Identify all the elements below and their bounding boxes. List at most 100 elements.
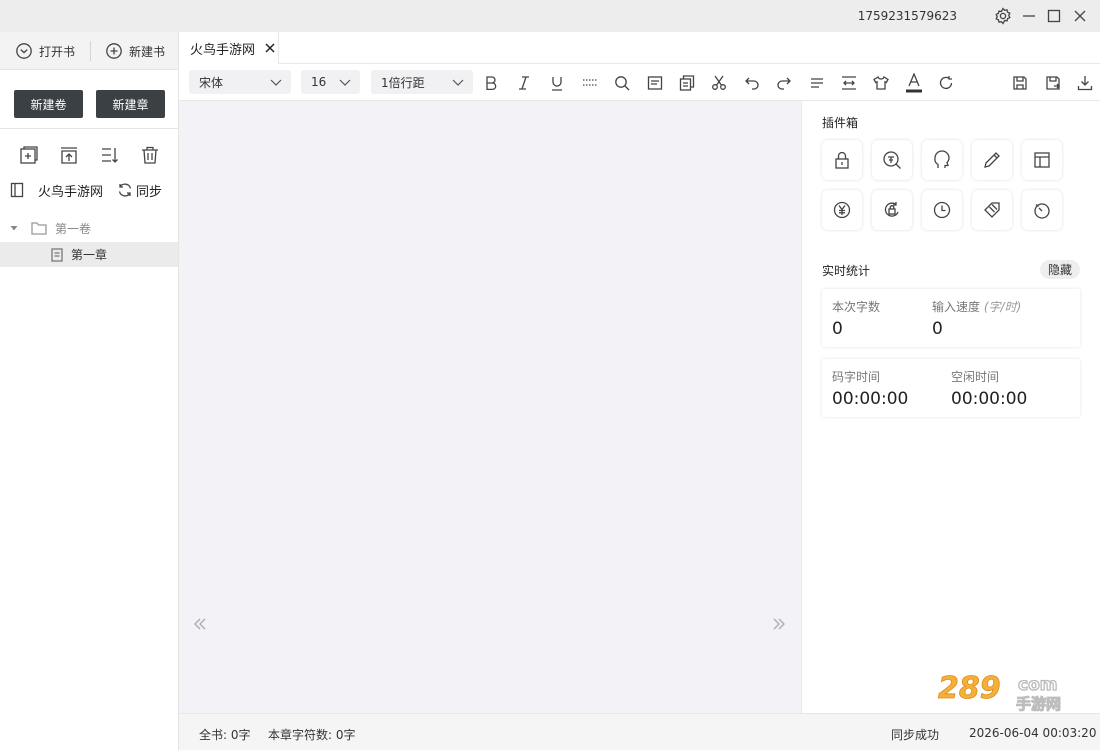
chevron-down-icon: [339, 79, 351, 86]
lock-icon[interactable]: [822, 140, 862, 180]
export-download-icon[interactable]: [1076, 74, 1094, 92]
session-words-label: 本次字数: [832, 300, 881, 314]
watermark-sub: 手游网: [1016, 695, 1061, 712]
session-words-value: 0: [832, 319, 843, 339]
cut-icon[interactable]: [710, 74, 728, 92]
tab-label: 火鸟手游网: [190, 42, 256, 58]
editor-area[interactable]: [179, 101, 801, 713]
plugin-box-title: 插件箱: [822, 116, 859, 130]
right-panel: 插件箱 实时统计 隐藏 本次字数 输入速度 (字/时) 0 0 码字时间 空闲时…: [801, 101, 1100, 713]
datetime: 2026-06-04 00:03:20: [969, 726, 1097, 740]
watermark-brand: 289: [938, 671, 1001, 706]
chevron-down-icon: [452, 79, 464, 86]
book-row[interactable]: 火鸟手游网 同步: [10, 180, 175, 200]
folder-icon: [31, 222, 47, 235]
volume-label: 第一卷: [55, 221, 92, 236]
sync-icon: [118, 183, 132, 197]
sort-icon[interactable]: [100, 145, 120, 165]
book-name: 火鸟手游网: [38, 184, 104, 200]
tag-icon[interactable]: [972, 190, 1012, 230]
dictionary-icon[interactable]: [872, 140, 912, 180]
book-word-count: 全书: 0字: [199, 728, 251, 742]
delete-icon[interactable]: [140, 145, 160, 165]
save-as-icon[interactable]: [1044, 74, 1062, 92]
lock-rotate-icon[interactable]: [872, 190, 912, 230]
clock-icon[interactable]: [922, 190, 962, 230]
speed-label: 输入速度: [932, 300, 981, 314]
font-color-icon[interactable]: [905, 73, 923, 93]
word-count-card: 本次字数 输入速度 (字/时) 0 0: [822, 289, 1080, 347]
idle-time-label: 空闲时间: [951, 370, 1000, 384]
chapter-label: 第一章: [71, 248, 108, 262]
typing-time-label: 码字时间: [832, 370, 881, 384]
divider: [0, 128, 178, 129]
layout-icon[interactable]: [1022, 140, 1062, 180]
next-page-icon[interactable]: [771, 616, 787, 632]
sidebar: 打开书 新建书 新建卷 新建章 火鸟手游网 同步 第一卷 第一章: [0, 32, 179, 750]
line-spacing-select[interactable]: 1倍行距: [371, 70, 473, 94]
realtime-stats-title: 实时统计: [822, 264, 871, 278]
font-select[interactable]: 宋体: [189, 70, 291, 94]
save-icon[interactable]: [1011, 74, 1029, 92]
new-volume-button[interactable]: 新建卷: [14, 90, 83, 118]
align-icon[interactable]: [808, 74, 826, 92]
site-watermark-logo: 289 com 手游网: [938, 671, 1062, 712]
document-icon: [51, 247, 63, 262]
new-book-label: 新建书: [129, 44, 166, 59]
sidebar-top-bar: 打开书 新建书: [0, 32, 178, 70]
open-book-label: 打开书: [39, 44, 76, 59]
settings-gear-icon[interactable]: [993, 6, 1013, 26]
plus-circle-icon: [106, 43, 122, 59]
tab-book[interactable]: 火鸟手游网: [179, 32, 279, 64]
chevron-circle-icon: [16, 43, 32, 59]
font-size-select[interactable]: 16: [301, 70, 360, 94]
tab-bar: 火鸟手游网: [179, 32, 1100, 64]
tree-chapter[interactable]: 第一章: [0, 242, 178, 267]
speed-label-wrap: 输入速度 (字/时): [932, 298, 1021, 315]
previous-page-icon[interactable]: [192, 616, 208, 632]
sync-status: 同步成功: [891, 728, 940, 742]
caret-down-icon: [10, 226, 18, 231]
chevron-down-icon: [270, 79, 282, 86]
italic-icon[interactable]: [515, 74, 533, 92]
chapter-char-count: 本章字符数: 0字: [268, 728, 356, 742]
tree-volume[interactable]: 第一卷: [0, 218, 178, 238]
user-id: 1759231579623: [857, 9, 957, 23]
indent-icon[interactable]: [840, 74, 858, 92]
sync-button[interactable]: 同步: [117, 181, 162, 200]
line-spacing-value: 1倍行距: [381, 75, 425, 90]
new-chapter-button[interactable]: 新建章: [96, 90, 165, 118]
add-chapter-icon[interactable]: [19, 145, 39, 165]
search-icon[interactable]: [613, 74, 631, 92]
speed-unit: (字/时): [983, 300, 1022, 314]
new-book-button[interactable]: 新建书: [105, 41, 165, 61]
maximize-button[interactable]: [1044, 6, 1064, 26]
text-box-icon[interactable]: [646, 74, 664, 92]
move-up-icon[interactable]: [59, 145, 79, 165]
close-window-button[interactable]: [1070, 6, 1090, 26]
undo-icon[interactable]: [743, 74, 761, 92]
close-tab-icon[interactable]: [265, 43, 275, 53]
font-size-value: 16: [311, 75, 327, 89]
idle-time-value: 00:00:00: [951, 389, 1028, 409]
font-value: 宋体: [199, 75, 224, 90]
divider: [90, 41, 91, 61]
open-book-button[interactable]: 打开书: [15, 41, 75, 61]
format-toolbar: 宋体 16 1倍行距: [179, 64, 1100, 101]
timer-icon[interactable]: [1022, 190, 1062, 230]
head-icon[interactable]: [922, 140, 962, 180]
separator-line-icon[interactable]: [581, 74, 599, 92]
underline-icon[interactable]: [548, 74, 566, 92]
minimize-button[interactable]: [1019, 6, 1039, 26]
hide-button[interactable]: 隐藏: [1040, 260, 1080, 279]
status-bar: 全书: 0字 本章字符数: 0字 同步成功 2026-06-04 00:03:2…: [179, 713, 1100, 750]
bold-icon[interactable]: [482, 74, 500, 92]
pencil-icon[interactable]: [972, 140, 1012, 180]
refresh-icon[interactable]: [937, 74, 955, 92]
sync-label: 同步: [136, 184, 163, 200]
redo-icon[interactable]: [775, 74, 793, 92]
yen-icon[interactable]: [822, 190, 862, 230]
book-icon: [10, 182, 24, 198]
copy-icon[interactable]: [678, 74, 696, 92]
shirt-skin-icon[interactable]: [872, 74, 890, 92]
